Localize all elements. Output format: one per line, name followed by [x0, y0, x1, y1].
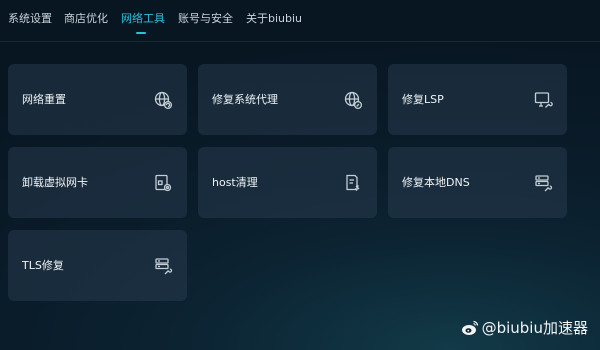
server-wrench-icon	[533, 173, 553, 193]
globe-wrench-icon	[343, 90, 363, 110]
weibo-logo-icon	[461, 320, 479, 336]
card-gear-icon	[153, 173, 173, 193]
tool-card-label: 修复本地DNS	[402, 176, 470, 189]
tool-card-label: host清理	[212, 176, 258, 189]
watermark-text: @biubiu加速器	[481, 319, 588, 337]
tab-network-tools[interactable]: 网络工具	[121, 12, 165, 26]
nav-divider	[0, 41, 600, 42]
tool-card-fix-system-proxy[interactable]: 修复系统代理	[198, 64, 377, 135]
tool-card-label: 修复系统代理	[212, 93, 278, 106]
top-navigation: 系统设置 商店优化 网络工具 账号与安全 关于biubiu	[0, 0, 600, 42]
server-wrench-icon	[153, 256, 173, 276]
tool-card-host-cleanup[interactable]: host清理	[198, 147, 377, 218]
tool-card-network-reset[interactable]: 网络重置	[8, 64, 187, 135]
tool-card-fix-local-dns[interactable]: 修复本地DNS	[388, 147, 567, 218]
tab-system-settings[interactable]: 系统设置	[8, 12, 52, 26]
tab-store-optimization[interactable]: 商店优化	[64, 12, 108, 26]
watermark: @biubiu加速器	[461, 318, 588, 338]
tab-account-security[interactable]: 账号与安全	[178, 12, 233, 26]
monitor-wrench-icon	[533, 90, 553, 110]
tool-card-uninstall-virtual-adapter[interactable]: 卸载虚拟网卡	[8, 147, 187, 218]
tool-card-label: 卸载虚拟网卡	[22, 176, 88, 189]
tool-card-label: TLS修复	[22, 259, 64, 272]
tool-card-label: 网络重置	[22, 93, 66, 106]
tab-about[interactable]: 关于biubiu	[246, 12, 302, 26]
document-broom-icon	[343, 173, 363, 193]
globe-refresh-icon	[153, 90, 173, 110]
tool-card-label: 修复LSP	[402, 93, 444, 106]
tool-card-tls-fix[interactable]: TLS修复	[8, 230, 187, 301]
active-tab-indicator	[136, 32, 146, 34]
tool-card-fix-lsp[interactable]: 修复LSP	[388, 64, 567, 135]
